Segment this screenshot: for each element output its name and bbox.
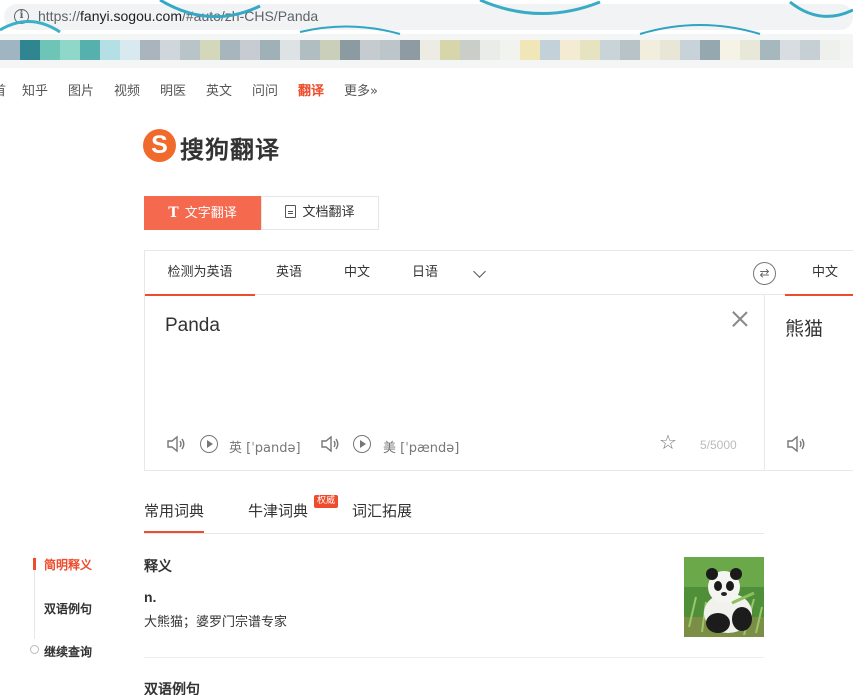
- examples-section-title: 双语例句: [144, 682, 200, 695]
- side-nav-examples[interactable]: 双语例句: [44, 600, 92, 617]
- text-translate-button[interactable]: T 文字翻译: [144, 196, 261, 230]
- target-text: 熊猫: [785, 318, 824, 340]
- tab-common-dict[interactable]: 常用词典: [144, 500, 205, 533]
- authority-badge: 权威: [314, 495, 339, 508]
- target-lang-tab[interactable]: 中文: [785, 251, 853, 296]
- nav-item-home[interactable]: 首: [0, 80, 6, 99]
- panel-divider: [764, 295, 765, 471]
- swap-languages-icon[interactable]: ⇄: [753, 262, 776, 285]
- search-icon: [30, 645, 39, 654]
- char-counter: 5/5000: [700, 438, 737, 452]
- lang-tab-japanese[interactable]: 日语: [391, 251, 459, 295]
- info-icon[interactable]: i: [14, 9, 29, 24]
- side-nav-continue-search[interactable]: 继续查询: [44, 643, 92, 660]
- nav-item-more[interactable]: 更多»: [344, 80, 378, 99]
- lang-tab-english[interactable]: 英语: [255, 251, 323, 295]
- url-host: fanyi.sogou.com: [80, 8, 182, 24]
- url-text[interactable]: https://fanyi.sogou.com/#auto/zh-CHS/Pan…: [38, 8, 318, 24]
- source-text: Panda: [165, 315, 220, 336]
- lang-tab-detect[interactable]: 检测为英语: [145, 251, 255, 296]
- nav-item-video[interactable]: 视频: [114, 80, 140, 99]
- part-of-speech: n.: [144, 589, 157, 605]
- nav-item-zhihu[interactable]: 知乎: [22, 80, 48, 99]
- section-divider: [144, 657, 764, 658]
- uk-phonetic: 英 [ˈpandə]: [229, 441, 301, 456]
- play-uk-icon[interactable]: [200, 435, 218, 453]
- panda-image: [684, 557, 764, 637]
- favorite-star-icon[interactable]: ☆: [659, 430, 677, 454]
- nav-item-mingyi[interactable]: 明医: [160, 80, 186, 99]
- text-t-icon: T: [168, 205, 179, 221]
- url-path: /#auto/zh-CHS/Panda: [181, 8, 319, 24]
- doc-translate-button[interactable]: 文档翻译: [261, 196, 379, 230]
- blurred-bookmarks: [0, 34, 853, 68]
- side-nav-active-marker: [33, 558, 36, 570]
- dictionary-tabs: 常用词典 牛津词典 词汇拓展: [144, 500, 764, 534]
- nav-item-images[interactable]: 图片: [68, 80, 94, 99]
- target-speaker-icon[interactable]: [786, 435, 806, 453]
- tab-oxford-dict[interactable]: 牛津词典: [248, 500, 308, 533]
- document-icon: [285, 205, 297, 218]
- text-translate-label: 文字翻译: [184, 206, 237, 221]
- side-nav-brief[interactable]: 简明释义: [44, 556, 92, 573]
- translation-panel: 检测为英语 英语 中文 日语 ⇄ 中文 Panda 英 [ˈpandə] 美 […: [144, 250, 853, 471]
- nav-item-english[interactable]: 英文: [206, 80, 232, 99]
- chevron-down-icon[interactable]: [473, 265, 486, 278]
- speaker-us-icon[interactable]: [320, 435, 340, 453]
- definition-section-title: 释义: [144, 559, 172, 575]
- us-phonetic: 美 [ˈpændə]: [383, 441, 460, 456]
- clear-close-icon[interactable]: [731, 310, 749, 328]
- browser-address-bar: i https://fanyi.sogou.com/#auto/zh-CHS/P…: [0, 0, 853, 34]
- logo-text: 搜狗翻译: [180, 136, 280, 164]
- source-textarea[interactable]: Panda 英 [ˈpandə] 美 [ˈpændə] ☆ 5/5000: [145, 295, 765, 471]
- nav-item-translate[interactable]: 翻译: [298, 80, 324, 99]
- speaker-icon[interactable]: [166, 435, 186, 453]
- tab-vocab-expand[interactable]: 词汇拓展: [352, 500, 412, 533]
- logo-mark-letter: S: [151, 131, 168, 159]
- nav-item-wenwen[interactable]: 问问: [252, 80, 278, 99]
- doc-translate-label: 文档翻译: [302, 205, 355, 220]
- play-us-icon[interactable]: [353, 435, 371, 453]
- sogou-logo-icon: S: [143, 129, 176, 162]
- language-bar: 检测为英语 英语 中文 日语 ⇄ 中文: [145, 251, 853, 296]
- lang-tab-chinese[interactable]: 中文: [323, 251, 391, 295]
- definition-text: 大熊猫；婆罗门宗谱专家: [144, 615, 288, 630]
- url-scheme: https://: [38, 8, 81, 24]
